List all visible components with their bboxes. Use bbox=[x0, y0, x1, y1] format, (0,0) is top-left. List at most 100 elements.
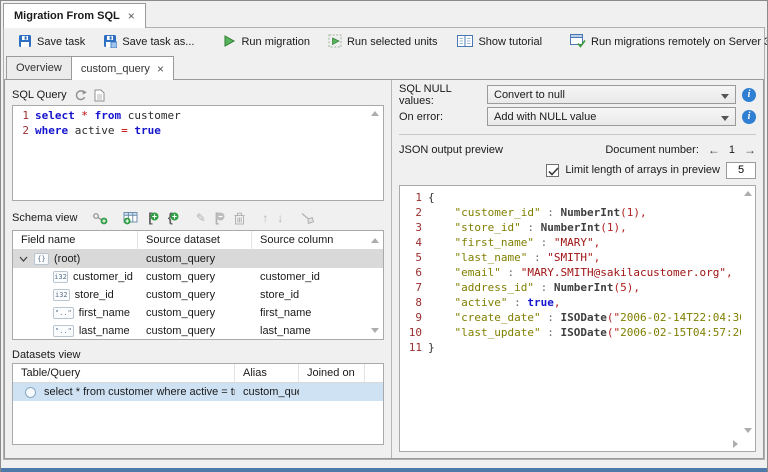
schema-scroll-up-icon[interactable] bbox=[371, 238, 379, 243]
show-tutorial-button[interactable]: Show tutorial bbox=[449, 31, 550, 54]
field-name-cell: {} (root) bbox=[13, 250, 138, 268]
token-date: 2006-02-15T04:57:20.000+0000 bbox=[620, 326, 741, 339]
column-header-source-column[interactable]: Source column bbox=[252, 231, 383, 249]
source-column-cell: customer_id bbox=[260, 271, 320, 283]
token-kw: where bbox=[35, 124, 69, 137]
column-header-table-query[interactable]: Table/Query bbox=[13, 364, 235, 382]
token-op: * bbox=[81, 109, 88, 122]
save-task-button[interactable]: Save task bbox=[10, 30, 93, 55]
remove-array-item-icon[interactable]: [ bbox=[215, 211, 225, 224]
field-name: (root) bbox=[54, 253, 81, 265]
main-tabbar: Migration From SQL × bbox=[3, 3, 765, 28]
source-column-cell: last_name bbox=[260, 325, 311, 337]
joined-on-cell bbox=[299, 383, 365, 401]
add-object-icon[interactable]: { bbox=[168, 211, 179, 224]
dataset-row[interactable]: select * from customer where active = tr… bbox=[13, 383, 383, 401]
json-scroll-right-icon[interactable] bbox=[733, 440, 738, 448]
clean-schema-icon[interactable] bbox=[300, 212, 315, 225]
token-kw: select bbox=[35, 109, 75, 122]
source-column-cell: first_name bbox=[260, 307, 312, 319]
move-down-icon[interactable]: ↓ bbox=[277, 212, 283, 224]
map-fields-icon[interactable] bbox=[92, 212, 108, 225]
edit-field-icon[interactable]: ✎ bbox=[196, 212, 206, 224]
sql-query-editor[interactable]: 1 select * from customer 2 where active = t… bbox=[12, 105, 384, 201]
remote-server-icon bbox=[570, 33, 586, 51]
line-number: 6 bbox=[415, 266, 422, 279]
document-icon[interactable] bbox=[94, 89, 105, 102]
sql-null-values-dropdown[interactable]: Convert to null bbox=[487, 85, 736, 104]
expand-chevron-icon[interactable] bbox=[19, 256, 28, 262]
table-query-cell: select * from customer where active = tr… bbox=[13, 383, 235, 401]
schema-row[interactable]: i32 customer_id custom_query customer_id bbox=[13, 268, 383, 286]
schema-row[interactable]: ".." last_name custom_query last_name bbox=[13, 322, 383, 339]
token-pl: customer bbox=[121, 109, 181, 122]
token-kw: true bbox=[134, 124, 161, 137]
line-number: 2 bbox=[415, 206, 422, 219]
code-line: 10 "last_update" : ISODate("2006-02-15T0… bbox=[400, 325, 741, 340]
close-tab-icon[interactable]: × bbox=[128, 9, 135, 23]
token-key: "customer_id" bbox=[454, 206, 541, 219]
app-window: Migration From SQL × Save task Save task… bbox=[0, 0, 768, 472]
schema-row[interactable]: ".." first_name custom_query first_name bbox=[13, 304, 383, 322]
token-red: , bbox=[620, 221, 627, 234]
close-subtab-icon[interactable]: × bbox=[157, 62, 164, 76]
json-scroll-down-icon[interactable] bbox=[744, 428, 752, 433]
token-pl: { bbox=[428, 191, 435, 204]
refresh-icon[interactable] bbox=[74, 89, 87, 102]
sql-scroll-up-icon[interactable] bbox=[371, 111, 379, 116]
run-icon bbox=[222, 34, 236, 51]
run-migration-button[interactable]: Run migration bbox=[214, 30, 317, 55]
query-icon bbox=[25, 386, 36, 398]
schema-row[interactable]: {} (root) custom_query bbox=[13, 250, 383, 268]
section-divider bbox=[399, 134, 756, 135]
run-remote-button[interactable]: Run migrations remotely on Server 3T bbox=[562, 30, 767, 55]
left-pane: SQL Query 1 select * from customer 2 where … bbox=[5, 80, 391, 458]
save-task-as-button[interactable]: Save task as... bbox=[95, 30, 202, 55]
token-key: "last_update" bbox=[454, 326, 541, 339]
tab-migration-from-sql[interactable]: Migration From SQL × bbox=[3, 3, 146, 28]
next-document-icon[interactable]: → bbox=[744, 143, 756, 157]
code-text: "store_id" : NumberInt(1), bbox=[422, 220, 627, 235]
tab-custom-query[interactable]: custom_query × bbox=[70, 56, 174, 80]
token-colon: : bbox=[500, 266, 521, 279]
token-colon: : bbox=[527, 251, 548, 264]
token-num: 5 bbox=[620, 281, 627, 294]
json-horizontal-scrollbar[interactable] bbox=[400, 438, 742, 451]
schema-row[interactable]: i32 store_id custom_query store_id bbox=[13, 286, 383, 304]
limit-arrays-input[interactable] bbox=[726, 161, 756, 179]
delete-field-icon[interactable] bbox=[234, 212, 245, 225]
tab-overview[interactable]: Overview bbox=[6, 56, 72, 79]
column-header-source-dataset[interactable]: Source dataset bbox=[138, 231, 252, 249]
json-scroll-up-icon[interactable] bbox=[744, 191, 752, 196]
run-selected-units-button[interactable]: Run selected units bbox=[320, 30, 446, 55]
on-error-dropdown[interactable]: Add with NULL value bbox=[487, 107, 736, 126]
move-up-icon[interactable]: ↑ bbox=[262, 212, 268, 224]
token-colon: : bbox=[507, 296, 528, 309]
line-number: 1 bbox=[415, 191, 422, 204]
sql-null-info-icon[interactable]: i bbox=[742, 87, 756, 102]
limit-arrays-checkbox[interactable] bbox=[546, 163, 560, 177]
column-header-alias[interactable]: Alias bbox=[235, 364, 299, 382]
code-line: 8 "active" : true, bbox=[400, 295, 741, 310]
field-name: store_id bbox=[74, 289, 114, 301]
column-header-joined-on[interactable]: Joined on bbox=[299, 364, 365, 382]
token-key: "last_name" bbox=[454, 251, 528, 264]
json-preview-editor[interactable]: 1{2 "customer_id" : NumberInt(1), 3 "stor… bbox=[399, 185, 756, 452]
source-dataset-cell: custom_query bbox=[146, 253, 216, 265]
column-header-field-name[interactable]: Field name bbox=[13, 231, 138, 249]
run-selected-icon bbox=[328, 34, 342, 51]
token-red: (" bbox=[606, 326, 621, 339]
schema-table: Field name Source dataset Source column … bbox=[12, 230, 384, 340]
source-column-cell bbox=[252, 250, 383, 268]
line-number: 10 bbox=[408, 326, 422, 339]
add-field-icon[interactable] bbox=[123, 211, 139, 225]
previous-document-icon[interactable]: ← bbox=[708, 143, 720, 157]
schema-scroll-down-icon[interactable] bbox=[371, 328, 379, 333]
string-type-icon: ".." bbox=[53, 325, 74, 337]
json-vertical-scrollbar[interactable] bbox=[742, 186, 755, 438]
add-array-icon[interactable]: [ bbox=[148, 211, 159, 224]
on-error-info-icon[interactable]: i bbox=[742, 109, 756, 124]
code-line: 11} bbox=[400, 340, 741, 355]
